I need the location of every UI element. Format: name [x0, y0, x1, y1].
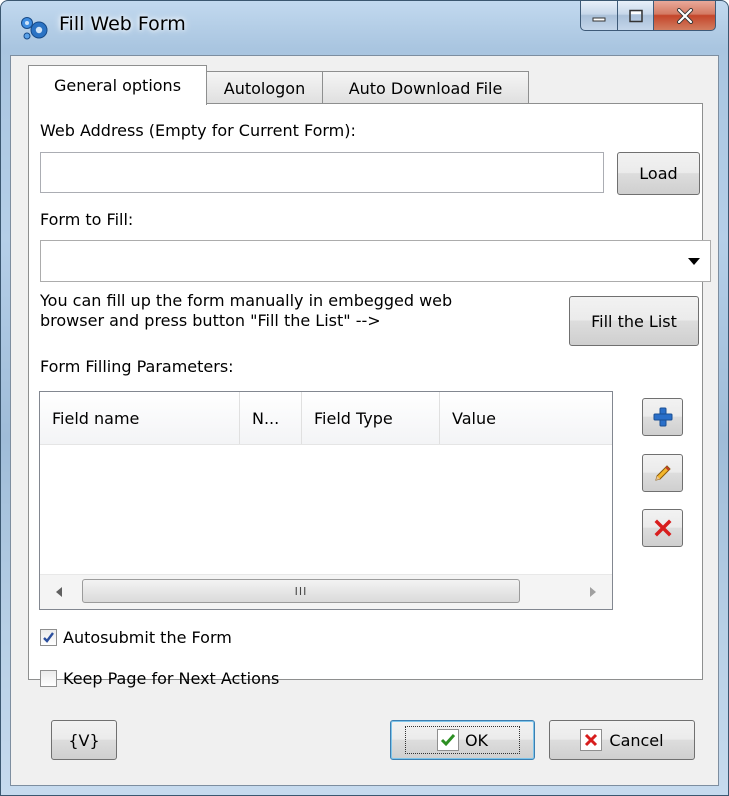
- form-to-fill-dropdown[interactable]: [40, 240, 711, 282]
- params-grid[interactable]: Field name N... Field Type Value III: [39, 391, 613, 610]
- maximize-icon: [628, 9, 643, 22]
- fill-the-list-label: Fill the List: [591, 311, 677, 331]
- cancel-button[interactable]: Cancel: [549, 720, 695, 760]
- column-field-type[interactable]: Field Type: [302, 392, 440, 444]
- maximize-button[interactable]: [618, 1, 654, 31]
- delete-parameter-button[interactable]: [642, 509, 683, 547]
- close-icon: [676, 7, 693, 24]
- tab-label: Autologon: [223, 78, 306, 98]
- fill-hint-line2: browser and press button "Fill the List"…: [40, 311, 381, 330]
- window-title: Fill Web Form: [59, 13, 186, 35]
- column-n[interactable]: N...: [240, 392, 302, 444]
- variables-button-label: {V}: [68, 730, 100, 750]
- grid-header: Field name N... Field Type Value: [40, 392, 612, 445]
- web-address-label: Web Address (Empty for Current Form):: [40, 121, 356, 140]
- scroll-thumb-grip: III: [294, 584, 308, 598]
- column-field-name[interactable]: Field name: [40, 392, 240, 444]
- autosubmit-label: Autosubmit the Form: [63, 628, 232, 647]
- scroll-right-icon[interactable]: [590, 587, 596, 597]
- load-button-label: Load: [639, 164, 678, 183]
- keep-page-label: Keep Page for Next Actions: [63, 669, 280, 688]
- edit-parameter-button[interactable]: [642, 454, 683, 492]
- dialog-window: Fill Web Form General options Autologon …: [0, 0, 729, 796]
- red-x-icon: [580, 729, 603, 751]
- tab-label: Auto Download File: [348, 78, 503, 98]
- tab-label: General options: [53, 76, 182, 95]
- scroll-left-icon[interactable]: [56, 587, 62, 597]
- cancel-button-label: Cancel: [609, 730, 664, 750]
- focus-rect: [405, 726, 520, 754]
- add-parameter-button[interactable]: [642, 398, 683, 436]
- keep-page-checkbox-row[interactable]: Keep Page for Next Actions: [40, 669, 279, 688]
- plus-icon: [653, 407, 672, 427]
- ok-button[interactable]: OK: [390, 720, 535, 760]
- web-address-input[interactable]: [40, 152, 604, 193]
- red-x-icon: [654, 519, 671, 537]
- keep-page-checkbox[interactable]: [40, 670, 57, 687]
- tab-auto-download-file[interactable]: Auto Download File: [322, 71, 529, 104]
- form-to-fill-label: Form to Fill:: [40, 210, 134, 229]
- horizontal-scrollbar[interactable]: III: [40, 574, 612, 609]
- form-filling-params-label: Form Filling Parameters:: [40, 357, 234, 376]
- window-controls: [580, 1, 716, 31]
- scrollbar-thumb[interactable]: III: [82, 579, 520, 603]
- close-button[interactable]: [654, 1, 716, 31]
- autosubmit-checkbox[interactable]: [40, 629, 57, 646]
- minimize-icon: [592, 17, 606, 21]
- minimize-button[interactable]: [580, 1, 618, 31]
- variables-button[interactable]: {V}: [51, 720, 117, 760]
- tab-autologon[interactable]: Autologon: [206, 71, 323, 104]
- pencil-icon: [654, 465, 671, 481]
- tab-general-options[interactable]: General options: [28, 65, 207, 105]
- autosubmit-checkbox-row[interactable]: Autosubmit the Form: [40, 628, 232, 647]
- gears-icon: [19, 15, 49, 43]
- fill-hint-line1: You can fill up the form manually in emb…: [40, 291, 453, 310]
- chevron-down-icon: [688, 258, 700, 265]
- check-icon: [43, 632, 54, 643]
- column-value[interactable]: Value: [440, 392, 612, 444]
- title-bar[interactable]: Fill Web Form: [1, 1, 728, 55]
- dialog-client-area: General options Autologon Auto Download …: [10, 55, 719, 786]
- fill-the-list-button[interactable]: Fill the List: [569, 296, 699, 346]
- load-button[interactable]: Load: [617, 152, 700, 195]
